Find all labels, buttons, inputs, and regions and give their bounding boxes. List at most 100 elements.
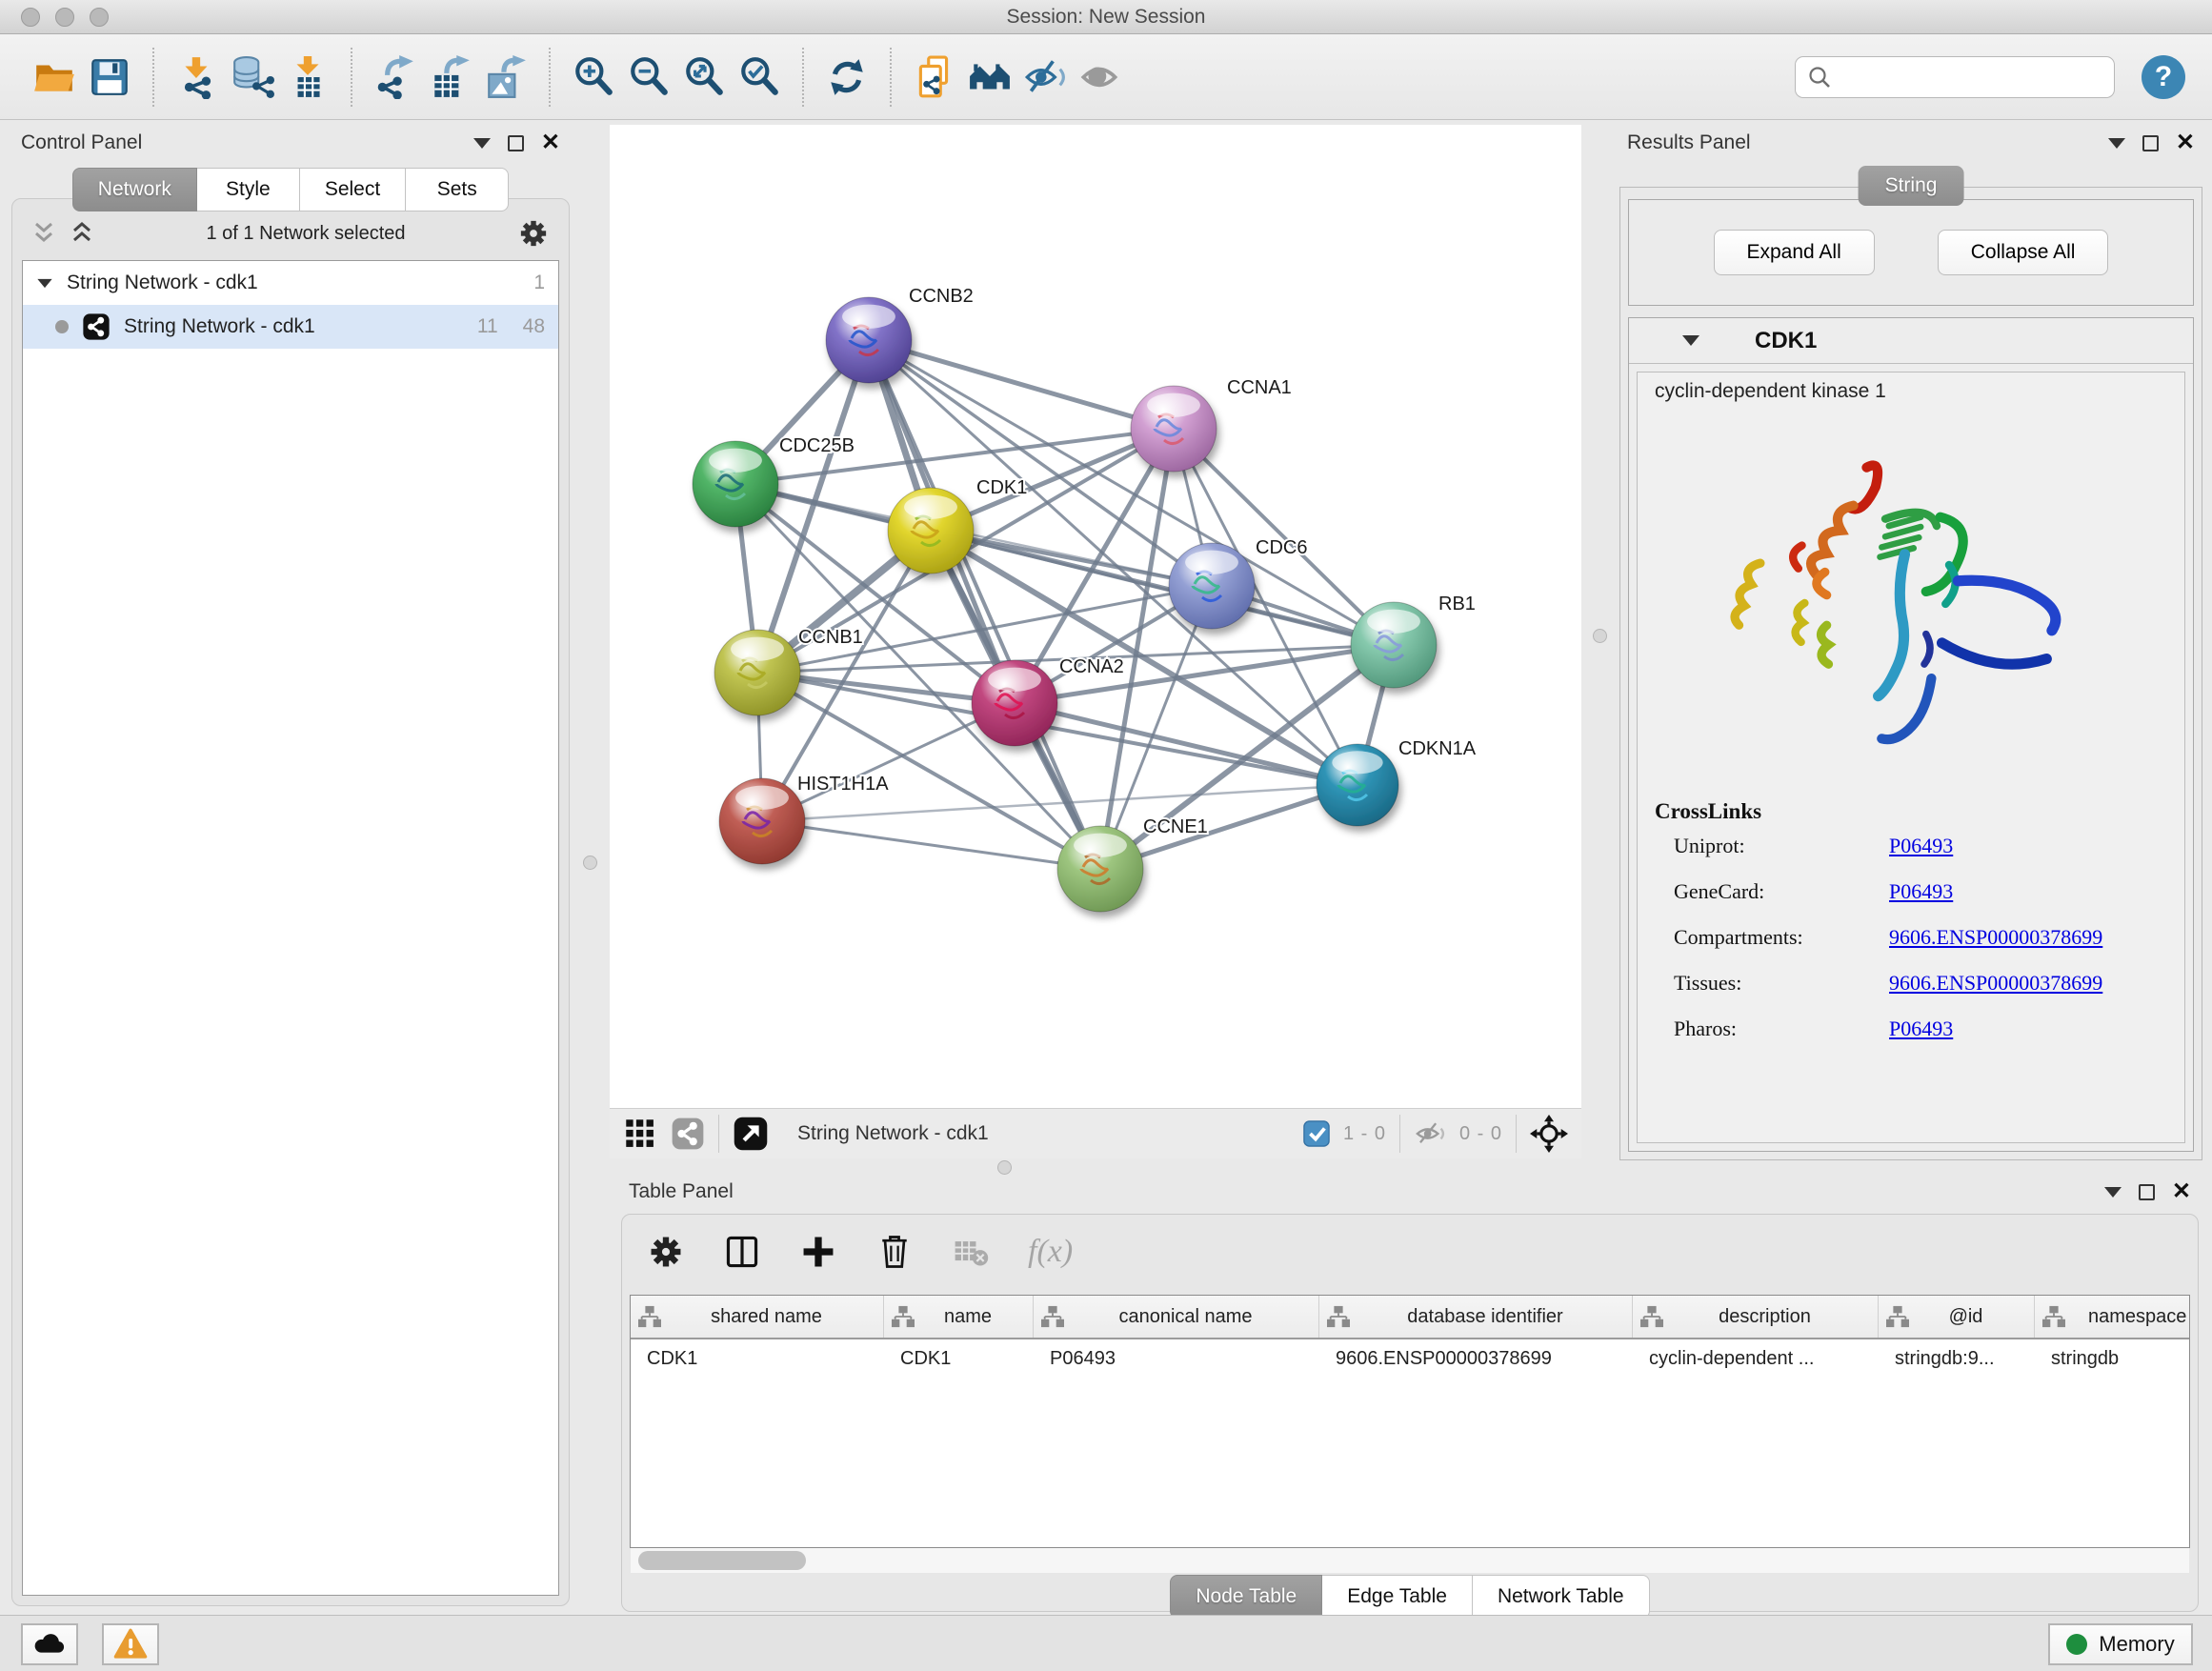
network-node-HIST1H1A[interactable]: HIST1H1A bbox=[719, 774, 889, 864]
close-panel-icon[interactable]: ✕ bbox=[2176, 131, 2195, 154]
collection-expand-icon[interactable] bbox=[37, 278, 51, 287]
cell-canonical-name[interactable]: P06493 bbox=[1034, 1348, 1319, 1370]
node-entry-header[interactable]: CDK1 bbox=[1629, 318, 2193, 364]
float-panel-icon[interactable] bbox=[508, 135, 524, 151]
expand-all-button[interactable]: Expand All bbox=[1714, 230, 1875, 275]
export-network-button[interactable] bbox=[368, 47, 423, 108]
genecard-link[interactable]: P06493 bbox=[1889, 879, 1953, 904]
cell--id[interactable]: stringdb:9... bbox=[1879, 1348, 2035, 1370]
tab-edge-table[interactable]: Edge Table bbox=[1322, 1575, 1473, 1619]
left-splitter-handle[interactable] bbox=[583, 856, 597, 870]
import-network-from-database-button[interactable] bbox=[225, 47, 280, 108]
column-header-shared-name[interactable]: shared name bbox=[631, 1296, 884, 1338]
column-header--id[interactable]: @id bbox=[1879, 1296, 2035, 1338]
tab-select[interactable]: Select bbox=[300, 168, 406, 211]
column-header-namespace[interactable]: namespace bbox=[2035, 1296, 2190, 1338]
right-splitter-handle[interactable] bbox=[1593, 629, 1607, 643]
network-node-CCNE1[interactable]: CCNE1 bbox=[1057, 816, 1208, 912]
string-badge-icon[interactable] bbox=[671, 1117, 705, 1151]
cell-name[interactable]: CDK1 bbox=[884, 1348, 1034, 1370]
current-network-title: String Network - cdk1 bbox=[797, 1122, 1290, 1145]
tab-node-table[interactable]: Node Table bbox=[1170, 1575, 1322, 1619]
column-header-canonical-name[interactable]: canonical name bbox=[1034, 1296, 1319, 1338]
bottom-splitter-handle[interactable] bbox=[997, 1160, 1012, 1175]
clone-network-button[interactable] bbox=[907, 47, 962, 108]
export-network-icon bbox=[373, 55, 417, 99]
network-edge-HIST1H1A-CCNE1[interactable] bbox=[762, 821, 1100, 869]
memory-button[interactable]: Memory bbox=[2048, 1623, 2193, 1665]
toolbar-separator bbox=[802, 48, 804, 107]
tab-network-table[interactable]: Network Table bbox=[1473, 1575, 1650, 1619]
collapse-all-button[interactable]: Collapse All bbox=[1938, 230, 2109, 275]
network-view-canvas[interactable]: CCNB2CCNA1CDC25BCDK1CDC6RB1CCNB1CCNA2CDK… bbox=[610, 125, 1581, 1108]
network-collection-row[interactable]: String Network - cdk1 1 bbox=[23, 261, 558, 305]
search-input[interactable] bbox=[1832, 66, 2099, 88]
zoom-out-button[interactable] bbox=[621, 47, 676, 108]
export-image-button[interactable] bbox=[478, 47, 533, 108]
open-in-window-icon[interactable] bbox=[733, 1116, 769, 1152]
fit-selection-crosshair-icon[interactable] bbox=[1530, 1115, 1568, 1153]
tab-sets[interactable]: Sets bbox=[406, 168, 509, 211]
add-column-icon[interactable] bbox=[799, 1233, 837, 1271]
cloud-services-button[interactable] bbox=[21, 1623, 78, 1665]
network-node-CCNA2[interactable]: CCNA2 bbox=[972, 656, 1124, 746]
import-table-button[interactable] bbox=[280, 47, 335, 108]
help-button[interactable]: ? bbox=[2142, 55, 2185, 99]
expand-all-networks-icon[interactable] bbox=[70, 221, 94, 246]
uniprot-link[interactable]: P06493 bbox=[1889, 834, 1953, 858]
table-options-gear-icon[interactable] bbox=[647, 1233, 685, 1271]
column-header-database-identifier[interactable]: database identifier bbox=[1319, 1296, 1633, 1338]
column-header-name[interactable]: name bbox=[884, 1296, 1034, 1338]
warnings-button[interactable] bbox=[102, 1623, 159, 1665]
network-edge-CCNB2-CCNE1[interactable] bbox=[869, 340, 1100, 869]
network-row[interactable]: String Network - cdk1 11 48 bbox=[23, 305, 558, 349]
tab-string-results[interactable]: String bbox=[1859, 166, 1964, 206]
show-all-button[interactable] bbox=[1073, 47, 1128, 108]
float-panel-icon[interactable] bbox=[2142, 135, 2159, 151]
node-table[interactable]: shared namenamecanonical namedatabase id… bbox=[630, 1295, 2190, 1548]
refresh-view-button[interactable] bbox=[819, 47, 875, 108]
zoom-selected-button[interactable] bbox=[732, 47, 787, 108]
node-label-CDC6: CDC6 bbox=[1256, 537, 1307, 558]
cell-shared-name[interactable]: CDK1 bbox=[631, 1348, 884, 1370]
open-session-button[interactable] bbox=[27, 47, 82, 108]
delete-column-icon[interactable] bbox=[875, 1233, 914, 1271]
cell-namespace[interactable]: stringdb bbox=[2035, 1348, 2190, 1370]
panel-menu-icon[interactable] bbox=[2108, 138, 2125, 149]
panel-menu-icon[interactable] bbox=[473, 138, 491, 149]
import-network-button[interactable] bbox=[170, 47, 225, 108]
pharos-link[interactable]: P06493 bbox=[1889, 1017, 1953, 1041]
tab-style[interactable]: Style bbox=[197, 168, 300, 211]
save-session-button[interactable] bbox=[82, 47, 137, 108]
float-panel-icon[interactable] bbox=[2139, 1184, 2155, 1200]
show-columns-icon[interactable] bbox=[723, 1233, 761, 1271]
tissues-link[interactable]: 9606.ENSP00000378699 bbox=[1889, 971, 2102, 996]
compartments-link[interactable]: 9606.ENSP00000378699 bbox=[1889, 925, 2102, 950]
close-panel-icon[interactable]: ✕ bbox=[2172, 1180, 2191, 1203]
hide-selected-button[interactable] bbox=[1017, 47, 1073, 108]
network-node-CCNB2[interactable]: CCNB2 bbox=[826, 286, 974, 383]
column-header-description[interactable]: description bbox=[1633, 1296, 1879, 1338]
table-row[interactable]: CDK1CDK1P064939606.ENSP00000378699cyclin… bbox=[631, 1339, 2189, 1378]
zoom-in-button[interactable] bbox=[566, 47, 621, 108]
cell-database-identifier[interactable]: 9606.ENSP00000378699 bbox=[1319, 1348, 1633, 1370]
export-table-button[interactable] bbox=[423, 47, 478, 108]
network-options-gear-icon[interactable] bbox=[517, 217, 550, 250]
scrollbar-thumb[interactable] bbox=[638, 1551, 806, 1570]
first-neighbors-button[interactable] bbox=[962, 47, 1017, 108]
tab-network[interactable]: Network bbox=[72, 168, 197, 211]
search-box[interactable] bbox=[1795, 56, 2115, 98]
zoom-fit-button[interactable] bbox=[676, 47, 732, 108]
birds-eye-view-icon[interactable] bbox=[623, 1117, 657, 1151]
network-node-CDKN1A[interactable]: CDKN1A bbox=[1317, 738, 1477, 826]
panel-menu-icon[interactable] bbox=[2104, 1187, 2122, 1198]
network-node-RB1[interactable]: RB1 bbox=[1351, 594, 1476, 688]
network-node-CCNA1[interactable]: CCNA1 bbox=[1131, 377, 1292, 472]
collapse-all-networks-icon[interactable] bbox=[31, 221, 56, 246]
cell-description[interactable]: cyclin-dependent ... bbox=[1633, 1348, 1879, 1370]
entry-expand-icon[interactable] bbox=[1682, 335, 1699, 346]
network-node-CCNB1[interactable]: CCNB1 bbox=[714, 627, 863, 715]
close-panel-icon[interactable]: ✕ bbox=[541, 131, 560, 154]
network-edge-CCNB2-CCNA1[interactable] bbox=[869, 340, 1174, 429]
table-horizontal-scrollbar[interactable] bbox=[631, 1548, 2189, 1573]
